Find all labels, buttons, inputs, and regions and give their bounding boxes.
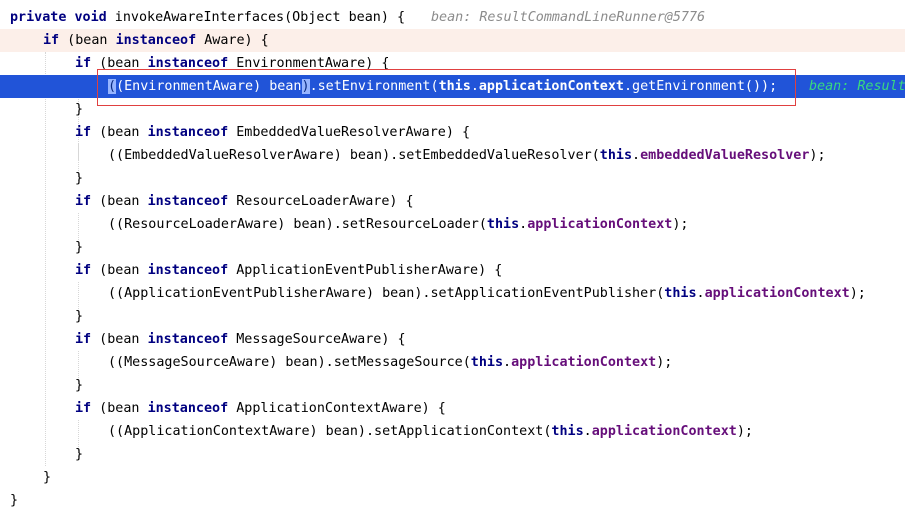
field-application-context: applicationContext (478, 79, 624, 94)
code-line-close-brace[interactable]: } (0, 374, 905, 397)
code-line-close-brace[interactable]: } (0, 443, 905, 466)
debug-inline-value-bean: bean: Result (809, 79, 905, 94)
keyword-private: private (10, 10, 67, 25)
code-line-if-aware[interactable]: if (bean instanceof Aware) { (0, 29, 905, 52)
code-line-set-resource-loader[interactable]: ((ResourceLoaderAware) bean).setResource… (0, 213, 905, 236)
cast-expression: (EnvironmentAware) bean (116, 79, 302, 94)
code-line-if-resource-loader-aware[interactable]: if (bean instanceof ResourceLoaderAware)… (0, 190, 905, 213)
code-line-method-signature[interactable]: private void invokeAwareInterfaces(Objec… (0, 6, 905, 29)
debug-inline-value-bean: bean: ResultCommandLineRunner@5776 (431, 10, 706, 25)
bracket-match-close: ) (301, 79, 310, 94)
code-line-close-brace[interactable]: } (0, 98, 905, 121)
bracket-match-open: ( (108, 79, 117, 94)
code-line-if-environment-aware[interactable]: if (bean instanceof EnvironmentAware) { (0, 52, 905, 75)
code-line-set-message-source[interactable]: ((MessageSourceAware) bean).setMessageSo… (0, 351, 905, 374)
code-line-close-brace[interactable]: } (0, 236, 905, 259)
code-line-close-brace[interactable]: } (0, 305, 905, 328)
code-line-if-application-event-publisher-aware[interactable]: if (bean instanceof ApplicationEventPubl… (0, 259, 905, 282)
code-line-close-brace[interactable]: } (0, 167, 905, 190)
code-line-set-application-event-publisher[interactable]: ((ApplicationEventPublisherAware) bean).… (0, 282, 905, 305)
keyword-void: void (74, 10, 107, 25)
code-line-if-message-source-aware[interactable]: if (bean instanceof MessageSourceAware) … (0, 328, 905, 351)
code-line-set-embedded-value-resolver[interactable]: ((EmbeddedValueResolverAware) bean).setE… (0, 144, 905, 167)
code-line-close-brace[interactable]: } (0, 489, 905, 512)
code-editor[interactable]: private void invokeAwareInterfaces(Objec… (0, 0, 905, 516)
code-line-current-execution[interactable]: ((EnvironmentAware) bean).setEnvironment… (0, 75, 905, 98)
code-line-if-embedded-value-resolver-aware[interactable]: if (bean instanceof EmbeddedValueResolve… (0, 121, 905, 144)
code-line-close-brace[interactable]: } (0, 466, 905, 489)
method-declaration: invokeAwareInterfaces(Object bean) { (106, 10, 406, 25)
code-line-set-application-context[interactable]: ((ApplicationContextAware) bean).setAppl… (0, 420, 905, 443)
code-line-if-application-context-aware[interactable]: if (bean instanceof ApplicationContextAw… (0, 397, 905, 420)
